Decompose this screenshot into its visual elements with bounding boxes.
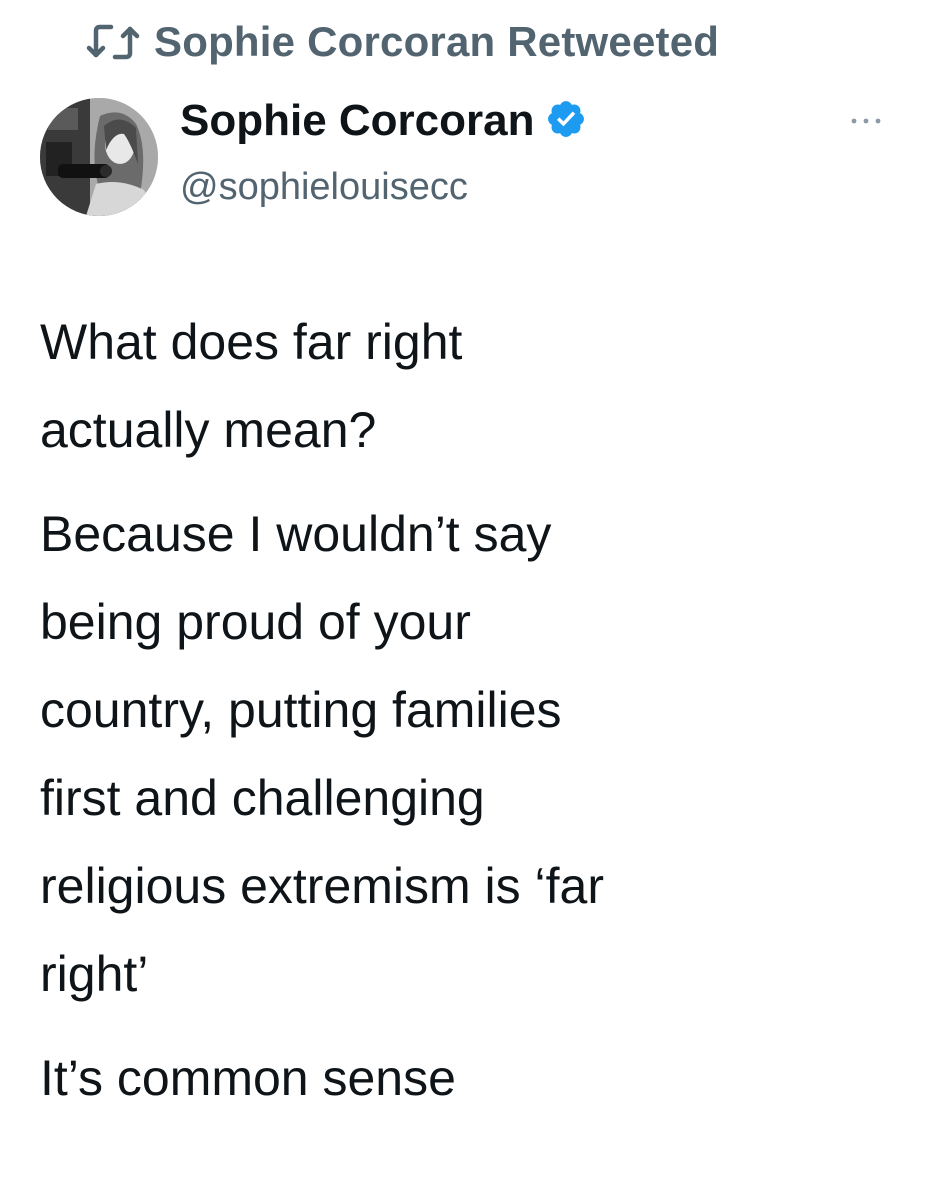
tweet-paragraph: It’s common sense xyxy=(40,1034,900,1122)
tweet-paragraph: What does far right actually mean? xyxy=(40,298,900,474)
tweet-line: Because I wouldn’t say xyxy=(40,506,552,562)
tweet-line: first and challenging xyxy=(40,770,485,826)
avatar[interactable] xyxy=(40,98,158,216)
tweet-line: right’ xyxy=(40,946,149,1002)
tweet-line: actually mean? xyxy=(40,402,377,458)
display-name[interactable]: Sophie Corcoran xyxy=(180,96,535,146)
retweet-icon xyxy=(86,22,140,62)
tweet-line: country, putting families xyxy=(40,682,562,738)
tweet-text: What does far right actually mean? Becau… xyxy=(40,298,900,1122)
tweet-line: being proud of your xyxy=(40,594,471,650)
author-handle[interactable]: @sophielouisecc xyxy=(180,166,468,209)
tweet-line: It’s common sense xyxy=(40,1050,456,1106)
author-name-row[interactable]: Sophie Corcoran xyxy=(180,96,587,146)
verified-badge-icon xyxy=(545,98,587,145)
more-options-icon xyxy=(848,113,884,131)
tweet-line: What does far right xyxy=(40,314,463,370)
tweet-paragraph: Because I wouldn’t say being proud of yo… xyxy=(40,490,900,1018)
retweet-context[interactable]: Sophie Corcoran Retweeted xyxy=(86,16,719,68)
more-options-button[interactable] xyxy=(846,112,886,132)
retweet-label: Sophie Corcoran Retweeted xyxy=(154,18,720,65)
tweet-line: religious extremism is ‘far xyxy=(40,858,605,914)
